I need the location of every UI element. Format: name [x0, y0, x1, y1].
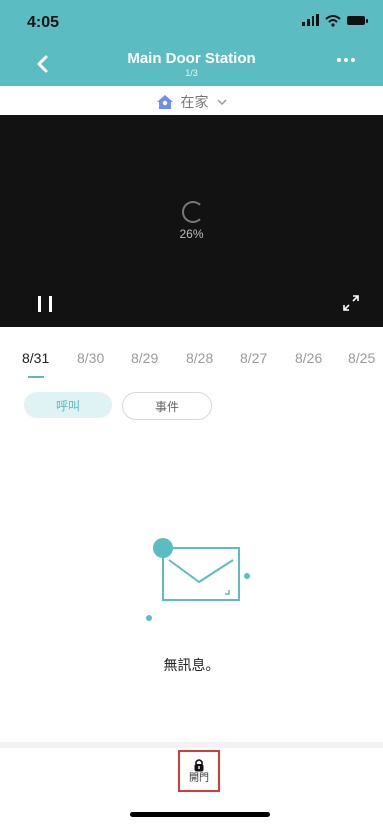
home-indicator [130, 812, 270, 817]
date-item[interactable]: 8/25 [348, 350, 375, 366]
fullscreen-icon [343, 295, 359, 311]
date-item[interactable]: 8/31 [22, 350, 49, 366]
pause-button[interactable] [38, 296, 52, 312]
date-item[interactable]: 8/26 [295, 350, 322, 366]
status-icons [302, 14, 368, 27]
loading-spinner-icon [181, 201, 204, 223]
pause-bar [38, 296, 41, 312]
date-item[interactable]: 8/27 [240, 350, 267, 366]
pause-bar [49, 296, 52, 312]
chevron-down-icon [216, 99, 227, 106]
status-time: 4:05 [27, 14, 60, 31]
empty-envelope-icon [141, 536, 253, 628]
bottom-divider [0, 742, 383, 748]
page-title: Main Door Station [127, 50, 256, 67]
signal-icon [302, 14, 319, 26]
selected-date-indicator [28, 376, 44, 378]
loading-progress: 26% [179, 227, 204, 241]
app-header: 4:05 Main Door Station 1/3 [0, 0, 383, 86]
date-item[interactable]: 8/30 [77, 350, 104, 366]
record-type-tabs: 呼叫 事件 [24, 392, 212, 420]
tab-events[interactable]: 事件 [122, 392, 212, 420]
date-item[interactable]: 8/29 [131, 350, 158, 366]
more-dot [351, 58, 355, 62]
home-icon [156, 95, 173, 109]
wifi-icon [325, 14, 341, 27]
more-dot [337, 58, 341, 62]
fullscreen-button[interactable] [343, 295, 359, 311]
device-index: 1/3 [185, 68, 198, 78]
more-dot [344, 58, 348, 62]
date-item[interactable]: 8/28 [186, 350, 213, 366]
mode-selector[interactable]: 在家 [0, 92, 383, 112]
open-door-button[interactable]: 開門 [178, 750, 220, 792]
battery-icon [347, 15, 368, 25]
more-button[interactable] [337, 58, 355, 62]
empty-message: 無訊息。 [163, 657, 220, 673]
date-strip: 8/31 8/30 8/29 8/28 8/27 8/26 8/25 [0, 350, 383, 380]
open-door-label: 開門 [189, 773, 209, 784]
tab-calls[interactable]: 呼叫 [24, 392, 112, 418]
video-player[interactable]: 26% [0, 115, 383, 327]
lock-icon [194, 759, 204, 772]
mode-label: 在家 [180, 94, 209, 110]
